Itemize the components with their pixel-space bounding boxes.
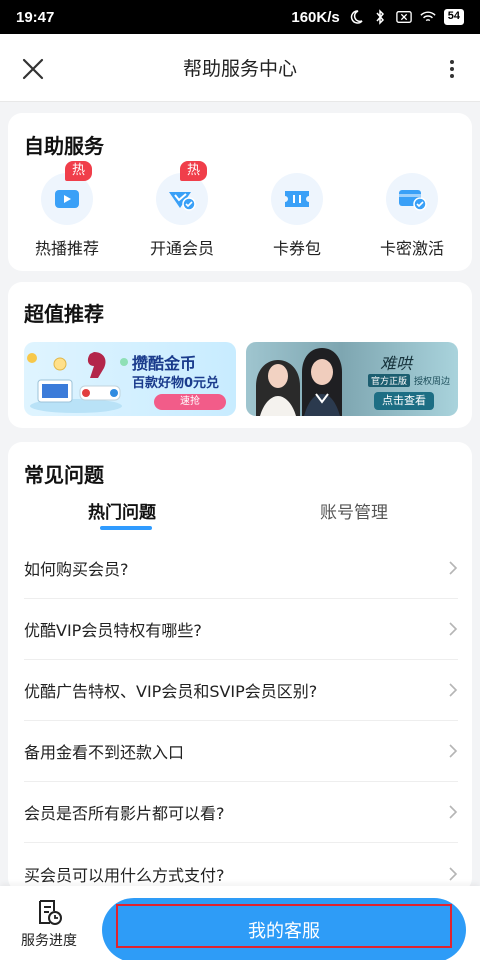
chevron-right-icon bbox=[449, 561, 458, 575]
service-progress-button[interactable]: 服务进度 bbox=[14, 898, 84, 950]
vip-check-icon bbox=[169, 192, 196, 211]
self-service-title: 自助服务 bbox=[24, 134, 104, 158]
chevron-right-icon bbox=[449, 622, 458, 636]
drama-banner-tag-licensed: 授权周边 bbox=[414, 377, 451, 387]
chevron-right-icon bbox=[449, 866, 458, 881]
status-indicators: 160K/s 54 bbox=[291, 9, 464, 26]
service-item-coupon-wallet[interactable]: 卡券包 bbox=[242, 173, 352, 259]
service-progress-icon bbox=[39, 900, 62, 925]
service-item-label: 热播推荐 bbox=[34, 239, 99, 258]
faq-card: 常见问题 热门问题 账号管理 如何购买会员? 优酷VIP会员特权有哪些? 优酷广… bbox=[8, 442, 472, 892]
drama-merch-banner[interactable]: 难哄 官方正版 授权周边 点击查看 bbox=[246, 342, 458, 416]
faq-item-text: 优酷广告特权、VIP会员和SVIP会员区别? bbox=[24, 682, 318, 701]
active-tab-indicator bbox=[100, 526, 152, 530]
service-item-card-activate[interactable]: 卡密激活 bbox=[357, 173, 467, 259]
status-bar: 19:47 160K/s 54 bbox=[0, 0, 480, 34]
faq-title: 常见问题 bbox=[24, 463, 104, 487]
tab-account-management[interactable]: 账号管理 bbox=[320, 498, 388, 523]
drama-banner-button[interactable]: 点击查看 bbox=[374, 392, 434, 410]
no-sim-icon bbox=[395, 9, 412, 25]
moon-icon bbox=[348, 9, 364, 25]
coin-banner-title: 攒酷金币 bbox=[132, 354, 197, 373]
recommend-card: 超值推荐 攒酷金币 百款好物0元兑 速抢 难哄 官方正版 授权周边 点击查看 bbox=[8, 282, 472, 428]
faq-item-text: 备用金看不到还款入口 bbox=[24, 743, 185, 762]
faq-item[interactable]: 优酷广告特权、VIP会员和SVIP会员区别? bbox=[24, 660, 458, 721]
hot-badge: 热 bbox=[180, 161, 208, 181]
faq-item[interactable]: 优酷VIP会员特权有哪些? bbox=[24, 599, 458, 660]
self-service-card: 自助服务 热 热播推荐 热 开通会员 卡券包 卡密激活 bbox=[8, 113, 472, 271]
close-icon bbox=[22, 58, 44, 80]
coin-exchange-banner[interactable]: 攒酷金币 百款好物0元兑 速抢 bbox=[24, 342, 236, 416]
more-menu-button[interactable] bbox=[446, 56, 458, 82]
faq-item-text: 会员是否所有影片都可以看? bbox=[24, 804, 225, 823]
status-time: 19:47 bbox=[16, 8, 55, 26]
card-activate-icon bbox=[399, 190, 427, 211]
service-item-label: 开通会员 bbox=[149, 239, 214, 258]
close-button[interactable] bbox=[20, 56, 46, 82]
play-video-icon bbox=[55, 190, 79, 208]
service-item-open-vip[interactable]: 热 开通会员 bbox=[127, 161, 237, 259]
service-item-label: 卡密激活 bbox=[379, 239, 444, 258]
more-vertical-icon bbox=[450, 60, 454, 64]
service-item-hot-recommend[interactable]: 热 热播推荐 bbox=[12, 161, 122, 259]
battery-level: 54 bbox=[443, 9, 464, 25]
my-customer-service-label: 我的客服 bbox=[248, 921, 320, 942]
chevron-right-icon bbox=[449, 744, 458, 758]
gadgets-illustration-icon bbox=[27, 352, 128, 413]
faq-item[interactable]: 如何购买会员? bbox=[24, 538, 458, 599]
coin-banner-subtitle: 百款好物0元兑 bbox=[132, 376, 220, 391]
faq-item-text: 买会员可以用什么方式支付? bbox=[24, 865, 225, 885]
app-header: 帮助服务中心 bbox=[0, 34, 480, 102]
faq-item[interactable]: 会员是否所有影片都可以看? bbox=[24, 782, 458, 843]
bottom-action-bar: 服务进度 我的客服 bbox=[0, 886, 480, 960]
my-customer-service-button[interactable]: 我的客服 bbox=[102, 898, 466, 960]
bluetooth-icon bbox=[372, 9, 388, 25]
page-title: 帮助服务中心 bbox=[182, 58, 297, 80]
hot-badge: 热 bbox=[65, 161, 93, 181]
drama-banner-brand: 难哄 bbox=[380, 354, 413, 373]
wifi-icon bbox=[420, 9, 436, 25]
tab-hot-questions[interactable]: 热门问题 bbox=[88, 498, 156, 523]
network-speed: 160K/s bbox=[291, 8, 340, 26]
faq-item-text: 如何购买会员? bbox=[24, 560, 129, 579]
drama-banner-tag-official: 官方正版 bbox=[368, 374, 411, 387]
coin-banner-button[interactable]: 速抢 bbox=[154, 394, 226, 410]
chevron-right-icon bbox=[449, 805, 458, 819]
chevron-right-icon bbox=[449, 683, 458, 697]
service-item-label: 卡券包 bbox=[272, 239, 321, 258]
faq-item-text: 优酷VIP会员特权有哪些? bbox=[24, 621, 202, 640]
faq-item[interactable]: 备用金看不到还款入口 bbox=[24, 721, 458, 782]
recommend-title: 超值推荐 bbox=[24, 302, 104, 326]
service-progress-label: 服务进度 bbox=[21, 933, 77, 949]
ticket-icon bbox=[285, 191, 309, 207]
